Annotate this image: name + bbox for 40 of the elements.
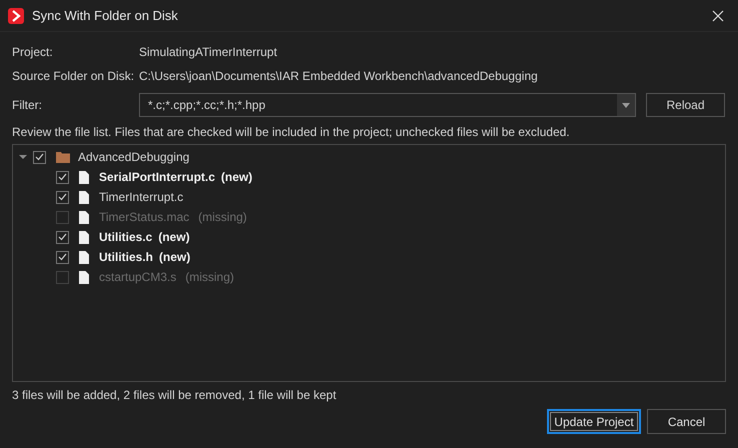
file-icon [79, 230, 89, 244]
summary-text: 3 files will be added, 2 files will be removed, 1 file will be kept [12, 387, 336, 404]
checkbox[interactable] [56, 170, 69, 184]
file-icon [79, 190, 89, 204]
checkbox[interactable] [56, 230, 69, 244]
file-name[interactable]: Utilities.c [99, 228, 152, 246]
file-icon [79, 170, 89, 184]
checkbox[interactable] [33, 150, 46, 164]
app-logo-icon [8, 8, 24, 24]
cancel-button[interactable]: Cancel [647, 409, 726, 434]
folder-name[interactable]: AdvancedDebugging [78, 148, 190, 166]
file-icon [79, 270, 89, 284]
instructions-text: Review the file list. Files that are checked will be included in the project; unchecked files will be excluded. [12, 124, 570, 141]
checkbox[interactable] [56, 210, 69, 224]
file-icon [79, 250, 89, 264]
filter-combobox[interactable]: *.c;*.cpp;*.cc;*.h;*.hpp [139, 93, 636, 117]
file-status: (new) [158, 229, 190, 246]
file-status: (missing) [185, 269, 234, 286]
checkbox[interactable] [56, 250, 69, 264]
field-label: Filter: [12, 97, 43, 114]
project-name: SimulatingATimerInterrupt [139, 44, 278, 61]
update-project-button[interactable]: Update Project [547, 409, 641, 434]
file-status: (new) [159, 249, 190, 266]
close-icon[interactable] [712, 10, 724, 22]
field-label: Project: [12, 44, 54, 61]
checkbox[interactable] [56, 190, 69, 204]
folder-path: C:\Users\joan\Documents\IAR Embedded Workbench\advancedDebugging [139, 68, 538, 85]
file-icon [79, 210, 89, 224]
checkbox[interactable] [56, 270, 69, 284]
reload-button[interactable]: Reload [646, 93, 725, 117]
window-title: Sync With Folder on Disk [32, 6, 178, 25]
dropdown-caret-icon[interactable] [622, 102, 630, 108]
file-name[interactable]: TimerInterrupt.c [99, 188, 184, 206]
file-name[interactable]: Utilities.h [99, 248, 154, 266]
field-label: Source Folder on Disk: [12, 68, 136, 85]
expanded-caret-icon[interactable] [19, 153, 27, 161]
file-status: (missing) [198, 209, 247, 226]
file-name[interactable]: SerialPortInterrupt.c [99, 168, 216, 186]
file-status: (new) [221, 169, 252, 186]
folder-icon [56, 151, 70, 163]
